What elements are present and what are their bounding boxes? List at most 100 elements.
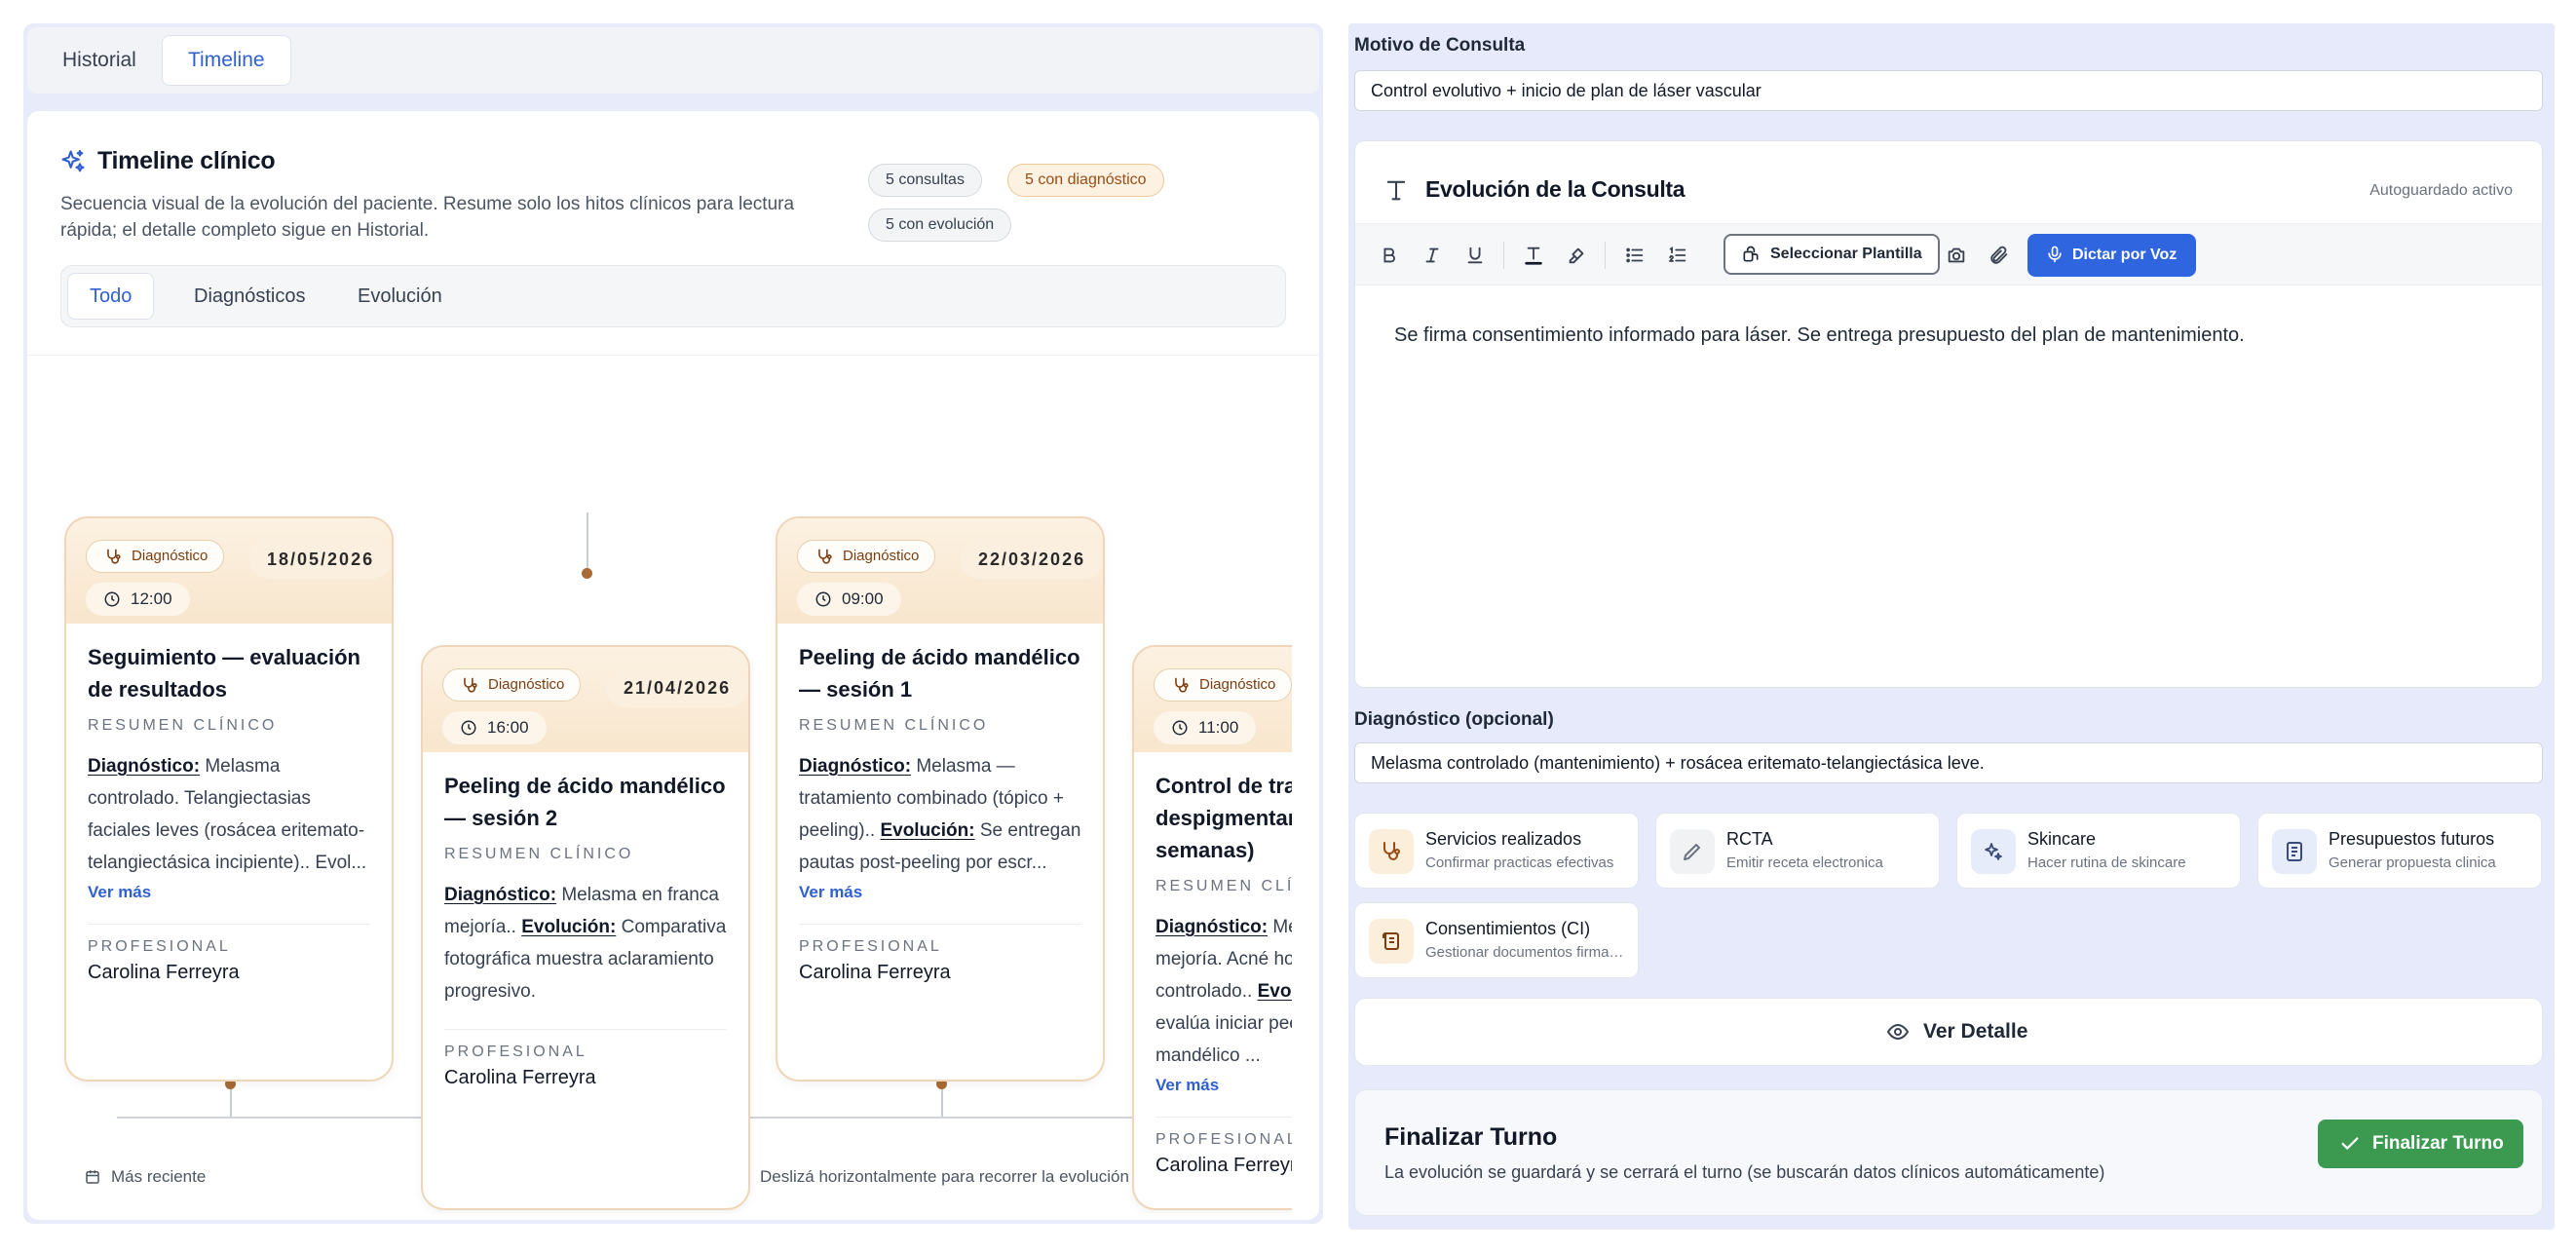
- timeline-event-card[interactable]: Diagnóstico 18/05/2026 12:00 Seguimiento…: [64, 516, 394, 1082]
- filter-evolucion[interactable]: Evolución: [336, 273, 464, 320]
- evolution-editor: Evolución de la Consulta Autoguardado ac…: [1354, 140, 2543, 688]
- view-detail-label: Ver Detalle: [1923, 1020, 2028, 1043]
- professional-label: PROFESIONAL: [1155, 1131, 1292, 1148]
- timeline-dot: [582, 568, 592, 579]
- event-section-label: RESUMEN CLÍNICO: [88, 717, 278, 734]
- diagnosis-badge: Diagnóstico: [1154, 668, 1292, 702]
- finalize-section: Finalizar Turno La evolución se guardará…: [1354, 1089, 2543, 1216]
- paperclip-icon: [1990, 246, 2008, 264]
- timeline-stem: [587, 513, 588, 569]
- clock-icon: [1172, 720, 1188, 736]
- diagnostico-input[interactable]: Melasma controlado (mantenimiento) + ros…: [1354, 742, 2543, 783]
- dx-label: Diagnóstico:: [444, 885, 557, 905]
- timeline-scroll-area[interactable]: Diagnóstico 18/05/2026 12:00 Seguimiento…: [27, 357, 1292, 1214]
- calendar-icon: [86, 1170, 99, 1184]
- action-skincare[interactable]: Skincare Hacer rutina de skincare: [1956, 813, 2241, 889]
- see-more-link[interactable]: Ver más: [88, 883, 370, 902]
- action-servicios[interactable]: Servicios realizados Confirmar practicas…: [1354, 813, 1639, 889]
- highlighter-icon: [1569, 247, 1584, 264]
- check-icon: [2341, 1137, 2359, 1150]
- filter-diagnosticos[interactable]: Diagnósticos: [172, 273, 327, 320]
- italic-icon: [1425, 247, 1439, 263]
- divider: [1155, 1117, 1292, 1118]
- timeline-panel: Historial Timeline Timeline clínico Secu…: [23, 23, 1323, 1224]
- professional-name: Carolina Ferreyra: [88, 962, 240, 983]
- action-rcta[interactable]: RCTA Emitir receta electronica: [1655, 813, 1940, 889]
- see-more-link[interactable]: Ver más: [799, 883, 1081, 902]
- professional-label: PROFESIONAL: [88, 938, 231, 955]
- timeline-event-card[interactable]: Diagnóstico 11:00 Control de tratamiento…: [1132, 645, 1292, 1210]
- camera-button[interactable]: [1940, 239, 1973, 272]
- action-subtitle: Hacer rutina de skincare: [2027, 854, 2186, 871]
- editor-toolbar: Seleccionar Plantilla Dictar por Voz: [1355, 223, 2542, 285]
- event-time-value: 16:00: [487, 718, 529, 737]
- stethoscope-icon: [464, 677, 477, 693]
- camera-icon: [1948, 247, 1965, 263]
- most-recent-hint: Más reciente: [84, 1167, 206, 1187]
- timeline-title: Timeline clínico: [97, 147, 276, 174]
- numbered-list-icon: [1669, 246, 1686, 262]
- divider: [799, 924, 1081, 925]
- bold-icon: [1383, 247, 1395, 263]
- tab-timeline[interactable]: Timeline: [162, 35, 291, 86]
- diagnosis-badge: Diagnóstico: [86, 540, 225, 573]
- event-time: 11:00: [1154, 711, 1257, 744]
- action-title: Servicios realizados: [1425, 829, 1582, 849]
- attach-button[interactable]: [1983, 239, 2016, 272]
- event-summary: Diagnóstico: Melasma — tratamiento combi…: [799, 750, 1081, 879]
- highlight-button[interactable]: [1560, 239, 1593, 272]
- dx-label: Diagnóstico:: [799, 756, 912, 777]
- bullet-list-icon: [1626, 247, 1644, 263]
- timeline-event-card[interactable]: Diagnóstico 22/03/2026 09:00 Peeling de …: [776, 516, 1105, 1082]
- clock-icon: [461, 720, 476, 736]
- stethoscope-icon: [1383, 842, 1400, 860]
- event-section-label: RESUMEN CLÍNICO: [444, 846, 634, 862]
- action-subtitle: Gestionar documentos firmados: [1425, 944, 1630, 961]
- stethoscope-icon: [818, 549, 832, 564]
- chip-evolucion: 5 con evolución: [868, 209, 1012, 242]
- filter-todo[interactable]: Todo: [67, 273, 155, 320]
- event-title: Peeling de ácido mandélico — sesión 2: [444, 774, 726, 830]
- action-consentimientos[interactable]: Consentimientos (CI) Gestionar documento…: [1354, 902, 1639, 978]
- eye-icon: [1886, 1023, 1910, 1041]
- event-header: Diagnóstico 18/05/2026 12:00: [66, 518, 392, 624]
- bold-button[interactable]: [1373, 239, 1406, 272]
- italic-button[interactable]: [1416, 239, 1449, 272]
- action-presupuestos[interactable]: Presupuestos futuros Generar propuesta c…: [2257, 813, 2542, 889]
- tab-historial[interactable]: Historial: [37, 35, 162, 86]
- underline-button[interactable]: [1458, 239, 1492, 272]
- finalize-description: La evolución se guardará y se cerrará el…: [1384, 1162, 2105, 1182]
- event-summary: Diagnóstico: Melasma en mejoría. Acné ho…: [1155, 911, 1292, 1072]
- diagnostico-label: Diagnóstico (opcional): [1354, 709, 1554, 730]
- editor-content[interactable]: Se firma consentimiento informado para l…: [1394, 324, 2245, 347]
- evo-label: Evolución:: [521, 917, 617, 937]
- event-header: Diagnóstico 11:00: [1134, 647, 1292, 752]
- motivo-label: Motivo de Consulta: [1354, 35, 1526, 56]
- diagnosis-badge: Diagnóstico: [797, 540, 936, 573]
- event-time-value: 12:00: [131, 589, 172, 608]
- view-detail-button[interactable]: Ver Detalle: [1354, 998, 2543, 1066]
- select-template-button[interactable]: Seleccionar Plantilla: [1724, 234, 1940, 275]
- autosave-status: Autoguardado activo: [2369, 182, 2513, 199]
- see-more-link[interactable]: Ver más: [1155, 1076, 1292, 1095]
- document-icon: [2287, 842, 2302, 861]
- bullet-list-button[interactable]: [1618, 239, 1651, 272]
- finalize-button[interactable]: Finalizar Turno: [2318, 1120, 2523, 1168]
- diagnosis-badge: Diagnóstico: [442, 668, 582, 702]
- event-date: 22/03/2026: [961, 540, 1103, 579]
- professional-name: Carolina Ferreyra: [444, 1067, 596, 1088]
- professional-label: PROFESIONAL: [444, 1044, 587, 1060]
- timeline-event-card[interactable]: Diagnóstico 21/04/2026 16:00 Peeling de …: [421, 645, 750, 1210]
- clock-icon: [815, 591, 831, 607]
- action-subtitle: Emitir receta electronica: [1726, 854, 1883, 871]
- text-color-button[interactable]: [1517, 239, 1550, 272]
- professional-name: Carolina Ferreyra: [799, 962, 951, 983]
- motivo-input[interactable]: Control evolutivo + inicio de plan de lá…: [1354, 70, 2543, 111]
- voice-dictation-button[interactable]: Dictar por Voz: [2027, 234, 2197, 277]
- evo-label: Evolución:: [880, 820, 975, 841]
- action-subtitle: Confirmar practicas efectivas: [1425, 854, 1614, 871]
- event-time-value: 11:00: [1198, 718, 1239, 737]
- action-subtitle: Generar propuesta clinica: [2329, 854, 2496, 871]
- finalize-label: Finalizar Turno: [2372, 1133, 2504, 1154]
- numbered-list-button[interactable]: [1661, 239, 1694, 272]
